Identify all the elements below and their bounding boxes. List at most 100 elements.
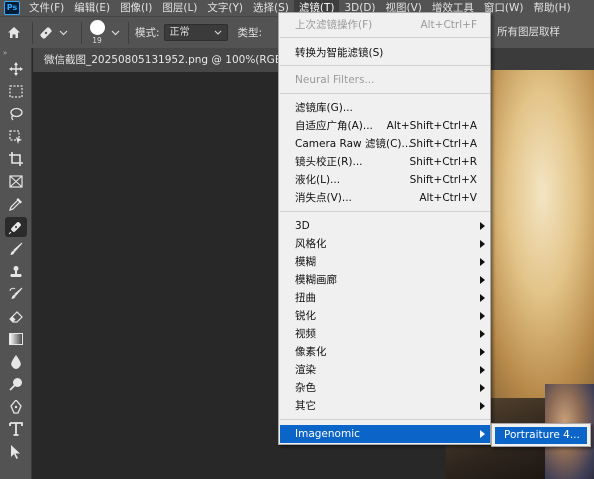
menu-item-render[interactable]: 渲染 [280,361,490,379]
imagenomic-submenu: Portraiture 4... [491,423,591,447]
crop-tool[interactable] [0,148,32,171]
chevron-down-icon [214,30,221,35]
brush-tip-icon [89,20,105,35]
spot-healing-tool-icon [8,221,21,235]
menu-type[interactable]: 文字(Y) [202,0,248,16]
stamp-tool-icon [10,265,22,277]
menu-item-sharpen[interactable]: 锐化 [280,307,490,325]
move-tool-icon [9,62,23,77]
photoshop-logo-icon: Ps [4,1,20,15]
options-separator [128,21,129,44]
eraser-tool[interactable] [0,306,32,329]
brush-size-picker[interactable]: 19 [86,17,124,49]
menu-image[interactable]: 图像(I) [115,0,157,16]
frame-tool-icon [9,175,23,188]
menu-item-noise[interactable]: 杂色 [280,379,490,397]
menu-item-lens-correction[interactable]: 镜头校正(R)... Shift+Ctrl+R [280,153,490,171]
gradient-tool[interactable] [0,328,32,351]
blur-tool[interactable] [0,351,32,374]
menu-item-stylize[interactable]: 风格化 [280,235,490,253]
submenu-arrow-icon [480,294,485,302]
mode-value: 正常 [169,27,190,38]
menu-item-neural-filters[interactable]: Neural Filters... [280,71,490,89]
menu-item-imagenomic[interactable]: Imagenomic [280,425,490,443]
submenu-arrow-icon [480,276,485,284]
home-button[interactable] [0,17,28,49]
menu-separator [280,211,490,212]
menu-item-pixelate[interactable]: 像素化 [280,343,490,361]
menu-help[interactable]: 帮助(H) [529,0,576,16]
submenu-arrow-icon [480,258,485,266]
menu-item-convert-smart-filters[interactable]: 转换为智能滤镜(S) [280,44,490,62]
lasso-tool[interactable] [0,103,32,126]
menu-file[interactable]: 文件(F) [24,0,69,16]
menu-item-portraiture[interactable]: Portraiture 4... [495,427,587,444]
marquee-tool-icon [9,85,23,98]
menu-item-blur-gallery[interactable]: 模糊画廊 [280,271,490,289]
gradient-tool-icon [9,333,23,346]
menu-item-liquify[interactable]: 液化(L)... Shift+Ctrl+X [280,171,490,189]
menu-item-distort[interactable]: 扭曲 [280,289,490,307]
filter-menu: 上次滤镜操作(F) Alt+Ctrl+F 转换为智能滤镜(S) Neural Fi… [278,12,491,445]
menu-item-other[interactable]: 其它 [280,397,490,415]
submenu-arrow-icon [480,402,485,410]
frame-tool[interactable] [0,171,32,194]
menu-item-last-filter[interactable]: 上次滤镜操作(F) Alt+Ctrl+F [280,16,490,34]
brush-tool[interactable] [0,238,32,261]
sample-all-layers-option[interactable]: 所有图层取样 [493,16,594,48]
menu-layer[interactable]: 图层(L) [157,0,202,16]
menu-item-video[interactable]: 视频 [280,325,490,343]
menu-item-filter-gallery[interactable]: 滤镜库(G)... [280,99,490,117]
eyedropper-tool[interactable] [0,193,32,216]
path-select-tool-icon [11,444,20,459]
menu-separator [280,37,490,38]
history-brush-tool-icon [9,287,23,300]
brush-size-value: 19 [92,36,102,45]
document-tab[interactable]: 微信截图_20250805131952.png @ 100%(RGB/8#) [33,48,281,72]
collapse-toolbar-button[interactable]: » [0,48,31,58]
menu-edit[interactable]: 编辑(E) [69,0,115,16]
crop-tool-icon [9,152,23,167]
dodge-tool[interactable] [0,373,32,396]
menu-separator [280,93,490,94]
object-select-tool-icon [9,130,22,144]
menu-item-3d[interactable]: 3D [280,217,490,235]
menu-item-blur[interactable]: 模糊 [280,253,490,271]
submenu-arrow-icon [480,348,485,356]
pen-tool[interactable] [0,396,32,419]
eraser-tool-icon [9,310,23,323]
menu-item-vanishing-point[interactable]: 消失点(V)... Alt+Ctrl+V [280,189,490,207]
chevron-down-icon [59,30,68,35]
object-select-tool[interactable] [0,126,32,149]
menu-separator [280,419,490,420]
submenu-arrow-icon [480,222,485,230]
path-select-tool[interactable] [0,441,32,464]
home-icon [8,27,20,38]
submenu-arrow-icon [480,240,485,248]
chevron-down-icon [111,30,120,35]
menu-item-camera-raw[interactable]: Camera Raw 滤镜(C)... Shift+Ctrl+A [280,135,490,153]
pen-tool-icon [10,399,22,414]
options-separator [32,21,33,44]
brush-tool-icon [10,242,23,256]
spot-healing-tool[interactable] [0,216,32,239]
type-tool[interactable] [0,418,32,441]
submenu-arrow-icon [480,366,485,374]
menu-item-adaptive-wide-angle[interactable]: 自适应广角(A)... Alt+Shift+Ctrl+A [280,117,490,135]
history-brush-tool[interactable] [0,283,32,306]
eyedropper-tool-icon [9,198,22,212]
mode-dropdown[interactable]: 正常 [163,24,228,41]
mode-label: 模式: [135,27,160,39]
tool-preset-picker[interactable] [37,17,77,49]
dodge-tool-icon [9,378,22,391]
lasso-tool-icon [10,108,23,121]
submenu-arrow-icon [480,430,485,438]
tools-panel: » [0,48,32,479]
move-tool[interactable] [0,58,32,81]
type-label: 类型: [237,27,263,39]
submenu-arrow-icon [480,312,485,320]
submenu-arrow-icon [480,330,485,338]
submenu-arrow-icon [480,384,485,392]
stamp-tool[interactable] [0,261,32,284]
marquee-tool[interactable] [0,81,32,104]
